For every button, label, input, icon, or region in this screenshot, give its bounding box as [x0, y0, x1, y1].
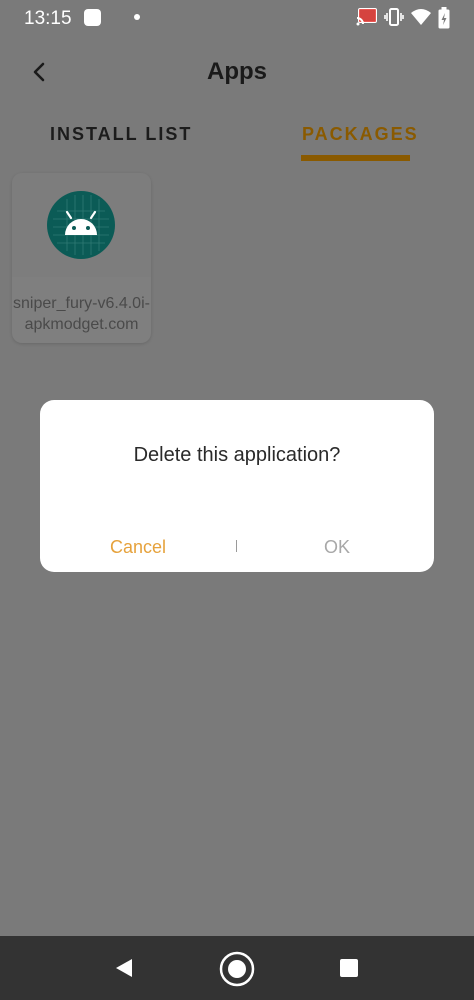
app-name-line-2: apkmodget.com	[24, 316, 139, 333]
nav-back-icon[interactable]	[112, 956, 136, 980]
tab-install-list[interactable]: INSTALL LIST	[50, 124, 192, 145]
tab-packages[interactable]: PACKAGES	[302, 124, 419, 145]
app-name-line-1: sniper_fury-v6.4.0i-	[13, 295, 150, 312]
cast-icon	[356, 8, 377, 26]
recents-icon[interactable]	[339, 958, 359, 978]
vibrate-icon	[384, 8, 404, 26]
notification-dot-icon	[134, 14, 140, 20]
active-tab-indicator	[301, 155, 410, 161]
cancel-button[interactable]: Cancel	[110, 537, 166, 558]
page-title: Apps	[207, 58, 267, 85]
wifi-icon	[411, 9, 431, 25]
android-icon	[47, 191, 115, 259]
app-package-card[interactable]: sniper_fury-v6.4.0i- apkmodget.com	[12, 173, 151, 343]
navigation-bar	[0, 936, 474, 1000]
ok-button[interactable]: OK	[324, 537, 350, 558]
status-time: 13:15	[24, 8, 72, 29]
button-divider	[236, 540, 237, 552]
home-icon[interactable]	[218, 950, 256, 988]
app-name-label: sniper_fury-v6.4.0i- apkmodget.com	[12, 293, 151, 335]
status-bar: 13:15	[0, 0, 474, 36]
notification-icon	[84, 9, 101, 26]
delete-confirm-dialog: Delete this application? Cancel OK	[40, 400, 434, 572]
dialog-message: Delete this application?	[133, 444, 341, 466]
battery-icon	[438, 7, 450, 29]
